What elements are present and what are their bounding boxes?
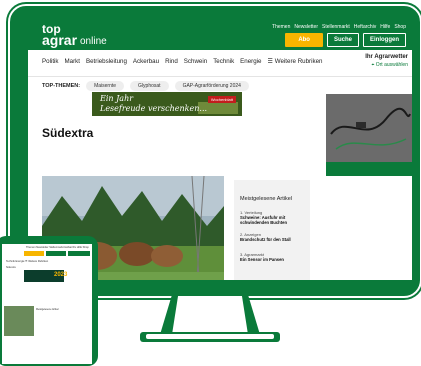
top-link-heftarchiv[interactable]: Heftarchiv [354, 24, 377, 30]
nav-item-ackerbau[interactable]: Ackerbau [133, 58, 159, 65]
header-buttons: Abo Suche Einloggen [285, 33, 406, 47]
nav-item-weitere-rubriken[interactable]: ☰ Weitere Rubriken [268, 58, 323, 65]
nav-item-energie[interactable]: Energie [240, 58, 261, 65]
top-link-shop[interactable]: Shop [394, 24, 406, 30]
top-link-themen[interactable]: Themen [272, 24, 290, 30]
tablet-frame: Themen Newsletter Stellenmarkt Heftarchi… [0, 236, 98, 366]
most-read-item-3[interactable]: 3. Agrarmarkt Ein Sensor im Pansen [240, 252, 306, 262]
main-nav: Politik Markt Betriebsleitung Ackerbau R… [28, 50, 412, 77]
nav-items: Politik Markt Betriebsleitung Ackerbau R… [42, 58, 322, 65]
most-read-panel: Meistgelesene Artikel 1. Verteilung Schw… [234, 180, 310, 280]
weather-location-link[interactable]: ⌖ Ort auswählen [372, 62, 408, 68]
login-button[interactable]: Einloggen [363, 33, 406, 47]
tablet-banner-year: 2023 [54, 272, 68, 278]
tablet-top-links: Themen Newsletter Stellenmarkt Heftarchi… [26, 246, 89, 249]
top-links: Themen Newsletter Stellenmarkt Heftarchi… [272, 24, 406, 30]
top-link-hilfe[interactable]: Hilfe [380, 24, 390, 30]
most-read-headline-1: Schweine: Ausfuhr mit schwindenden Bucht… [240, 215, 287, 225]
nav-item-schwein[interactable]: Schwein [184, 58, 207, 65]
theme-chip-maisernte[interactable]: Maisernte [86, 81, 125, 91]
most-read-headline-3: Ein Sensor im Pansen [240, 257, 284, 262]
site-header: top agrar online Themen Newsletter Stell… [28, 20, 412, 50]
nav-item-markt[interactable]: Markt [65, 58, 80, 65]
nav-item-technik[interactable]: Technik [213, 58, 234, 65]
top-themes: TOP-THEMEN: Maisernte Glyphosat GAP-Agra… [42, 81, 249, 91]
banner-line2: Lesefreude verschenken... [100, 104, 208, 113]
tablet-photo [4, 306, 34, 336]
search-button[interactable]: Suche [326, 33, 359, 47]
side-ad-product-illustration [330, 107, 411, 150]
top-link-newsletter[interactable]: Newsletter [294, 24, 318, 30]
top-link-stellenmarkt[interactable]: Stellenmarkt [322, 24, 350, 30]
most-read-item-2[interactable]: 2. Anzeigen Brandschutz für den Stall [240, 232, 306, 242]
nav-item-politik[interactable]: Politik [42, 58, 59, 65]
most-read-title: Meistgelesene Artikel [240, 196, 292, 202]
monitor-stand-base-inner [146, 334, 274, 339]
most-read-item-1[interactable]: 1. Verteilung Schweine: Ausfuhr mit schw… [240, 210, 306, 225]
logo-online: online [80, 36, 107, 47]
abo-button[interactable]: Abo [285, 33, 323, 47]
ad-banner[interactable]: Ein Jahr Lesefreude verschenken... Woche… [92, 92, 242, 116]
theme-chip-glyphosat[interactable]: Glyphosat [130, 81, 169, 91]
theme-chip-gap[interactable]: GAP-Agrarförderung 2024 [174, 81, 249, 91]
nav-item-betriebsleitung[interactable]: Betriebsleitung [86, 58, 127, 65]
weather-location-label: Ort auswählen [375, 62, 408, 68]
tablet-nav: Technik Energie ☰ Weitere Rubriken [6, 260, 49, 263]
top-themes-label: TOP-THEMEN: [42, 83, 81, 89]
side-ad-footer [326, 162, 412, 176]
tablet-most-read: Meistgelesene Artikel [36, 308, 59, 311]
logo-agrar[interactable]: agrar [42, 33, 77, 47]
page-title: Südextra [42, 126, 94, 140]
banner-tag: Wochenblatt [207, 96, 236, 103]
banner-line1: Ein Jahr [100, 94, 134, 103]
most-read-headline-2: Brandschutz für den Stall [240, 237, 291, 242]
tablet-label: Südextra [6, 266, 16, 269]
weather-title[interactable]: Ihr Agrarwetter [365, 54, 408, 60]
tablet-screen: Themen Newsletter Stellenmarkt Heftarchi… [2, 244, 92, 364]
tablet-header-buttons [24, 251, 90, 256]
location-icon: ⌖ [371, 62, 375, 68]
nav-item-rind[interactable]: Rind [165, 58, 178, 65]
